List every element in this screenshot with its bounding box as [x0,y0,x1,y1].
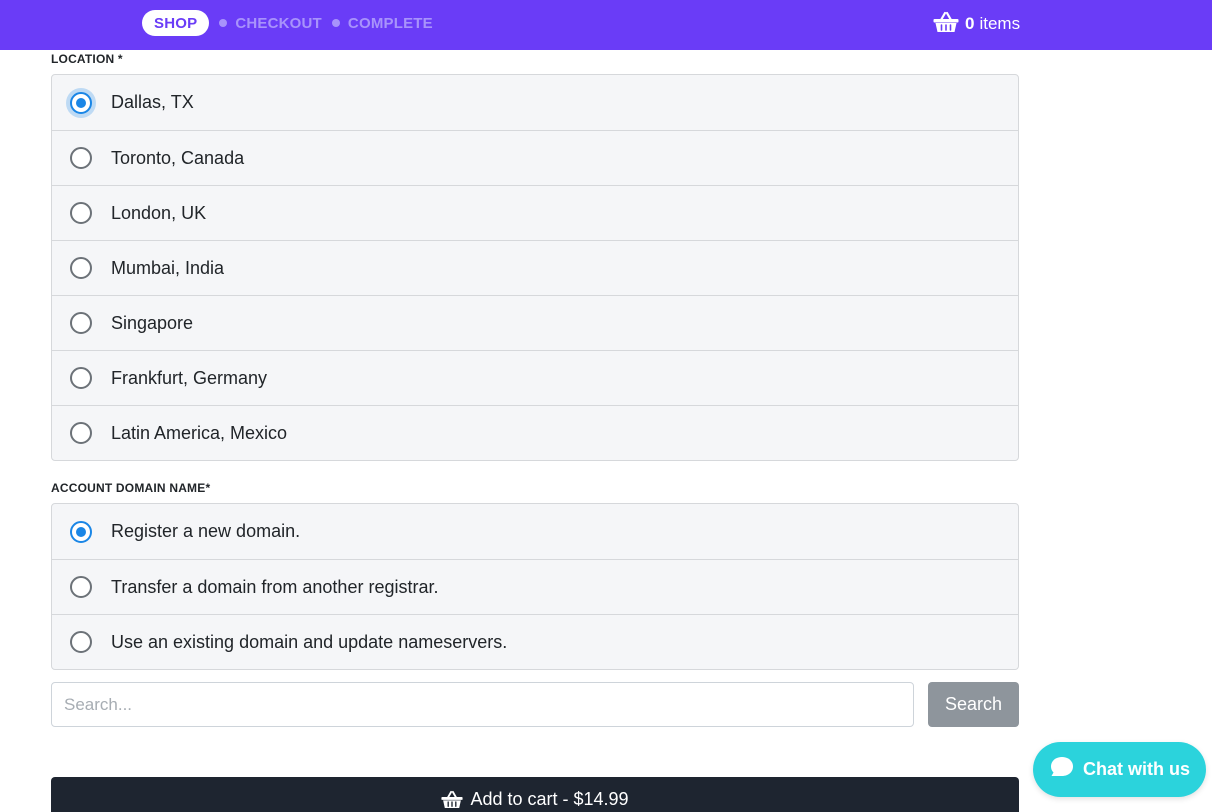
cart-items-label: items [979,14,1021,33]
chat-label: Chat with us [1083,759,1190,779]
radio-button[interactable] [70,576,92,598]
chat-bubble-icon [1033,756,1083,783]
chat-with-us-button[interactable]: Chat with us [1033,742,1206,797]
location-option-label: Dallas, TX [111,92,194,112]
location-option-label: London, UK [111,202,207,223]
step-checkout[interactable]: CHECKOUT [235,15,322,32]
domain-option[interactable]: Transfer a domain from another registrar… [52,559,1018,614]
radio-button-checked[interactable] [70,91,92,114]
step-complete[interactable]: COMPLETE [348,15,433,32]
domain-option-label: Use an existing domain and update namese… [111,631,508,652]
step-shop[interactable]: SHOP [142,10,210,36]
top-bar: SHOP CHECKOUT COMPLETE 0 items [0,0,1212,50]
basket-icon [441,789,470,812]
location-option-label: Frankfurt, Germany [111,367,268,388]
checkout-steps: SHOP CHECKOUT COMPLETE [142,10,433,36]
radio-button[interactable] [70,202,92,224]
cart-link[interactable]: 0 items [933,11,1021,38]
location-option[interactable]: Latin America, Mexico [52,405,1018,460]
radio-button[interactable] [70,147,92,169]
location-option-label: Mumbai, India [111,257,225,278]
location-option[interactable]: Singapore [52,295,1018,350]
basket-icon [933,11,959,38]
location-option[interactable]: Mumbai, India [52,240,1018,295]
location-option[interactable]: London, UK [52,185,1018,240]
domain-radio-list: Register a new domain. Transfer a domain… [51,503,1019,670]
cart-count: 0 [965,14,975,33]
location-option-label: Latin America, Mexico [111,422,288,443]
location-option[interactable]: Frankfurt, Germany [52,350,1018,405]
radio-button[interactable] [70,312,92,334]
domain-label: ACCOUNT DOMAIN NAME* [51,481,211,495]
domain-option-label: Transfer a domain from another registrar… [111,576,439,597]
step-separator-dot [331,19,340,27]
radio-button[interactable] [70,631,92,653]
domain-option[interactable]: Use an existing domain and update namese… [52,614,1018,669]
search-button[interactable]: Search [928,682,1019,727]
location-radio-list: Dallas, TX Toronto, Canada London, UK Mu… [51,74,1019,461]
step-separator-dot [219,19,228,27]
location-option-label: Singapore [111,312,194,333]
domain-option-label: Register a new domain. [111,521,301,541]
radio-button[interactable] [70,367,92,389]
domain-search-input[interactable] [51,682,914,727]
location-label: LOCATION * [51,52,123,66]
location-option-label: Toronto, Canada [111,147,245,168]
radio-button[interactable] [70,422,92,444]
radio-button[interactable] [70,257,92,279]
domain-option[interactable]: Register a new domain. [52,504,1018,559]
radio-button-checked[interactable] [70,520,92,543]
location-option[interactable]: Toronto, Canada [52,130,1018,185]
add-to-cart-label: Add to cart - $14.99 [470,789,629,809]
add-to-cart-button[interactable]: Add to cart - $14.99 [51,777,1019,812]
location-option[interactable]: Dallas, TX [52,75,1018,130]
